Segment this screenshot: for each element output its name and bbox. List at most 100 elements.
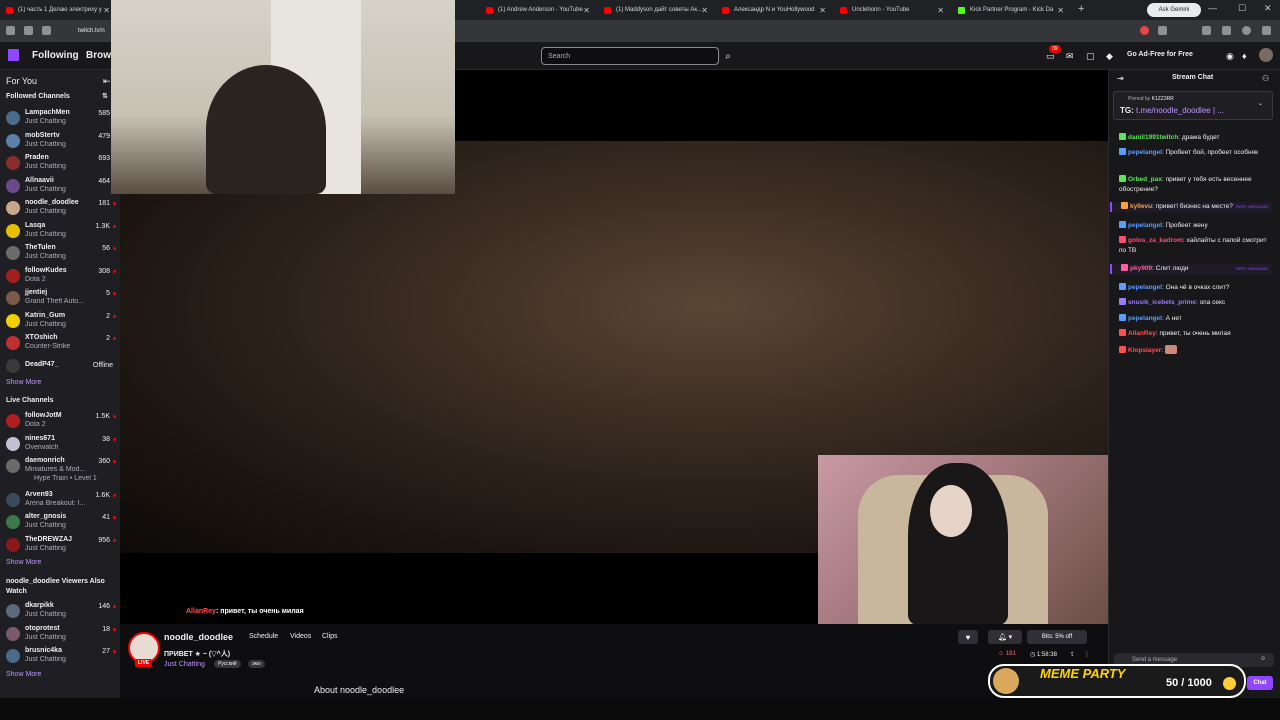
sidebar-channel-item[interactable]: nines671 Overwatch 38 — [0, 433, 120, 455]
extension-icon[interactable] — [1158, 26, 1167, 35]
close-tab-icon[interactable]: ✕ — [103, 6, 110, 15]
close-tab-icon[interactable]: ✕ — [701, 6, 708, 15]
pinned-link[interactable]: t.me/noodle_doodlee | ... — [1136, 106, 1224, 115]
expand-pinned-icon[interactable]: ⌄ — [1258, 100, 1263, 107]
show-more-followed[interactable]: Show More — [6, 379, 41, 386]
chat-username[interactable]: snusik_icebets_prime — [1128, 299, 1196, 306]
sidebar-channel-item[interactable]: mobStertv Just Chatting 479 — [0, 130, 120, 152]
ask-gemini-button[interactable]: Ask Gemini — [1147, 3, 1201, 17]
chat-username[interactable]: Klopslayer — [1128, 347, 1161, 354]
tab-schedule[interactable]: Schedule — [249, 633, 278, 640]
close-window-icon[interactable]: ✕ — [1264, 3, 1272, 14]
address-bar[interactable]: twitch.tv/n — [72, 24, 112, 38]
sidebar-channel-item[interactable]: brusnic4ka Just Chatting 27 — [0, 645, 120, 667]
extension-icon[interactable] — [1202, 26, 1211, 35]
sidebar-channel-item[interactable]: Lasqa Just Chatting 1.3K — [0, 220, 120, 242]
forward-icon[interactable] — [24, 26, 33, 35]
sidebar-channel-item[interactable]: followJotM Dota 2 1.5K — [0, 410, 120, 432]
stream-category-link[interactable]: Just Chatting — [164, 661, 205, 668]
chat-message[interactable]: pepelangel: Пробеет жену — [1119, 221, 1271, 231]
bits-icon[interactable]: ♦ — [1242, 51, 1247, 61]
share-icon[interactable]: ⇪ — [1070, 651, 1075, 658]
pinned-message[interactable]: Pinned by K1ZZ3RR TG: t.me/noodle_doodle… — [1113, 91, 1273, 120]
sidebar-channel-item[interactable]: Allnaavii Just Chatting 464 — [0, 175, 120, 197]
chat-username[interactable]: AllanRey — [1128, 330, 1156, 337]
close-tab-icon[interactable]: ✕ — [937, 6, 944, 15]
sidebar-channel-item[interactable]: Katrin_Gum Just Chatting 2 — [0, 310, 120, 332]
collapse-sidebar-icon[interactable]: ⇤ — [103, 76, 111, 87]
whispers-icon[interactable]: ✉ — [1066, 51, 1074, 62]
back-icon[interactable] — [6, 26, 15, 35]
emote-picker-icon[interactable]: ☺ — [1260, 656, 1266, 662]
notifications-bell-button[interactable]: 🔔︎ ▾ — [988, 630, 1022, 644]
show-more-live[interactable]: Show More — [6, 559, 41, 566]
chat-message[interactable]: pepelangel: А нет — [1119, 314, 1271, 324]
bits-button[interactable]: Bits: 5% off — [1027, 630, 1087, 644]
minimize-icon[interactable]: — — [1208, 3, 1217, 13]
new-tab-button[interactable]: + — [1078, 3, 1084, 15]
chat-message[interactable]: Orbed_pax: привет у тебя есть весеннее о… — [1119, 175, 1271, 195]
sidebar-channel-item[interactable]: DeadP47_ Offline — [0, 355, 120, 377]
sidebar-channel-item[interactable]: TheTulen Just Chatting 56 — [0, 242, 120, 264]
sidebar-channel-item[interactable]: Praden Just Chatting 693 — [0, 152, 120, 174]
drops-icon[interactable]: ◆ — [1106, 51, 1113, 62]
chat-message[interactable]: pky909: Слит люди FIRST MESSAGE — [1110, 264, 1272, 274]
chat-username[interactable]: Orbed_pax — [1128, 176, 1162, 183]
inbox-icon[interactable]: ▢ — [1086, 51, 1095, 62]
downloads-icon[interactable] — [1222, 26, 1231, 35]
chat-message[interactable]: AllanRey: привет, ты очень милая — [1119, 329, 1271, 339]
sidebar-channel-item[interactable]: dkarpikk Just Chatting 146 — [0, 600, 120, 622]
maximize-icon[interactable]: ☐ — [1238, 3, 1246, 14]
chat-username[interactable]: pepelangel — [1128, 149, 1162, 156]
chat-users-icon[interactable]: ⚇ — [1262, 74, 1269, 83]
nav-following[interactable]: Following — [32, 50, 79, 61]
sidebar-channel-item[interactable]: otoprotest Just Chatting 18 — [0, 623, 120, 645]
chat-message[interactable]: daniil1991twitch: драма будет — [1119, 133, 1271, 143]
browser-tab[interactable]: Александр N и YouHollywood ✕ — [716, 2, 830, 18]
sidebar-channel-item[interactable]: followKudes Dota 2 308 — [0, 265, 120, 287]
user-avatar[interactable] — [1259, 48, 1273, 62]
sidebar-channel-item[interactable]: Arven93 Arena Breakout: I... 1.6K — [0, 489, 120, 511]
chat-message[interactable]: snusik_icebets_prime: опа секс — [1119, 298, 1271, 308]
chat-message[interactable]: Klopslayer: — [1119, 345, 1271, 356]
menu-icon[interactable] — [1262, 26, 1271, 35]
close-tab-icon[interactable]: ✕ — [819, 6, 826, 15]
reload-icon[interactable] — [42, 26, 51, 35]
sidebar-channel-item[interactable]: TheDREWZAJ Just Chatting 956 — [0, 534, 120, 556]
sidebar-channel-item[interactable]: noodle_doodlee Just Chatting 181 — [0, 197, 120, 219]
extension-icon[interactable]: ◉ — [1226, 51, 1234, 62]
sidebar-channel-item[interactable]: LampachMen Just Chatting 585 — [0, 107, 120, 129]
browser-tab[interactable]: Unclehonn - YouTube ✕ — [834, 2, 948, 18]
show-more-also[interactable]: Show More — [6, 671, 41, 678]
chat-send-button[interactable]: Chat — [1247, 676, 1273, 690]
chat-message[interactable]: pepelangel: Пробеет бой, пробеет особняк — [1119, 148, 1271, 158]
chat-username[interactable]: pepelangel — [1128, 315, 1162, 322]
close-tab-icon[interactable]: ✕ — [583, 6, 590, 15]
chat-username[interactable]: golos_za_kadrom — [1128, 237, 1183, 244]
tag-emo[interactable]: эмо — [248, 660, 265, 668]
browser-tab[interactable]: (1) Maddyson дайт советы Ак... ✕ — [598, 2, 712, 18]
tab-videos[interactable]: Videos — [290, 633, 311, 640]
search-input[interactable]: Search — [541, 47, 719, 65]
more-options-icon[interactable]: ⋮ — [1084, 651, 1090, 658]
tab-clips[interactable]: Clips — [322, 633, 338, 640]
sort-icon[interactable]: ⇅ — [102, 92, 108, 100]
chat-username[interactable]: pky909 — [1130, 265, 1152, 272]
chat-username[interactable]: daniil1991twitch — [1128, 134, 1178, 141]
extension-icon[interactable] — [1140, 26, 1149, 35]
chat-message[interactable]: kyllevu: привет! бизнес на месте? FIRST M… — [1110, 202, 1272, 212]
twitch-logo-icon[interactable] — [8, 49, 19, 61]
chat-username[interactable]: pepelangel — [1128, 222, 1162, 229]
browser-tab[interactable]: (1) часть 1 Делаю электриху у ✕ — [0, 2, 114, 18]
chat-username[interactable]: pepelangel — [1128, 284, 1162, 291]
sidebar-channel-item[interactable]: daemonrich Miniatures & Mod... 360 Hype Tra… — [0, 455, 120, 485]
browser-tab[interactable]: (1) Andrew Anderson - YouTube ✕ — [480, 2, 594, 18]
tag-russian[interactable]: Русский — [214, 660, 241, 668]
chat-message[interactable]: pepelangel: Она чё в очках слит? — [1119, 283, 1271, 293]
close-tab-icon[interactable]: ✕ — [1057, 6, 1064, 15]
channel-name[interactable]: noodle_doodlee — [164, 632, 233, 642]
search-icon[interactable]: ⌕ — [720, 48, 736, 64]
profile-icon[interactable] — [1242, 26, 1251, 35]
sidebar-channel-item[interactable]: alter_gnosis Just Chatting 41 — [0, 511, 120, 533]
follow-heart-button[interactable]: ♥ — [958, 630, 978, 644]
